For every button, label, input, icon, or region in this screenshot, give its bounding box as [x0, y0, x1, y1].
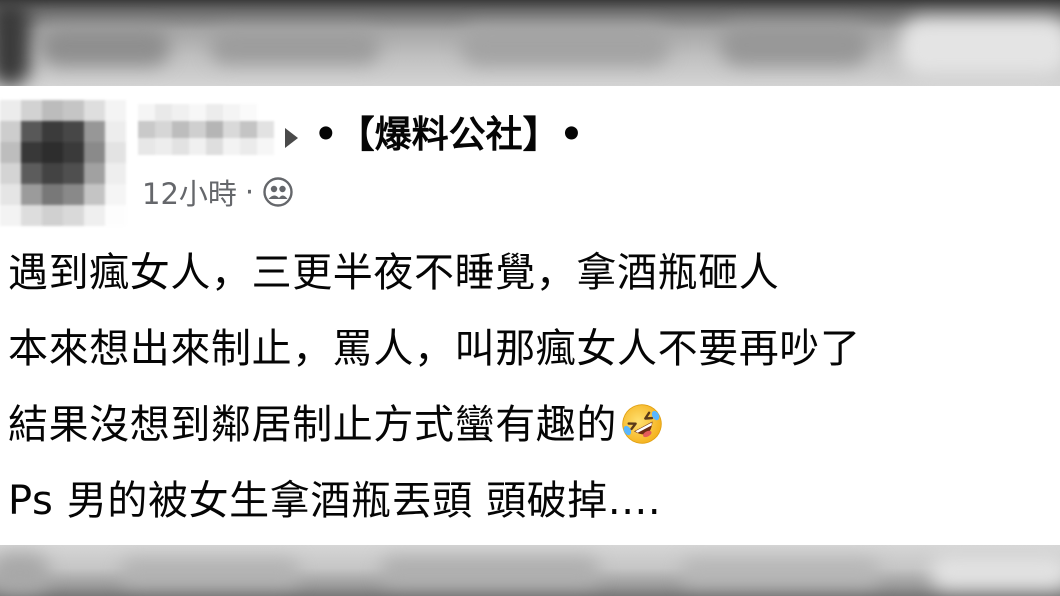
- avatar-pixels: [0, 100, 21, 121]
- avatar[interactable]: [0, 100, 126, 226]
- blur-blob: [120, 559, 300, 585]
- blur-blob: [930, 555, 1060, 589]
- group-icon: [263, 177, 293, 207]
- author-name-blurred[interactable]: [138, 104, 274, 155]
- blur-blob: [380, 557, 600, 585]
- post-line-3: 結果沒想到鄰居制止方式蠻有趣的: [8, 387, 1048, 463]
- group-name-link[interactable]: •【爆料公社】•: [314, 110, 583, 160]
- author-name-pixels: [138, 104, 155, 121]
- blur-blob: [900, 18, 1060, 76]
- post-meta: 12小時 ·: [142, 172, 294, 212]
- post-timestamp[interactable]: 12小時: [142, 171, 237, 213]
- triangle-right-icon: [285, 128, 298, 148]
- blur-blob: [40, 28, 170, 66]
- post-line-2: 本來想出來制止，罵人，叫那瘋女人不要再吵了: [8, 326, 861, 372]
- meta-separator: ·: [244, 175, 255, 209]
- blur-blob: [720, 24, 870, 66]
- blurred-top-band: [0, 0, 1060, 86]
- blurred-bottom-band: [0, 545, 1060, 596]
- post-line-3-text: 結果沒想到鄰居制止方式蠻有趣的: [8, 402, 617, 448]
- post-line-1: 遇到瘋女人，三更半夜不睡覺，拿酒瓶砸人: [8, 250, 780, 296]
- rolling-on-the-floor-laughing-icon: [622, 404, 662, 444]
- blur-blob: [460, 26, 670, 66]
- post-text: 遇到瘋女人，三更半夜不睡覺，拿酒瓶砸人 本來想出來制止，罵人，叫那瘋女人不要再吵…: [8, 235, 1048, 539]
- blur-blob: [0, 0, 30, 86]
- post-line-4: Ps 男的被女生拿酒瓶丟頭 頭破掉....: [8, 478, 662, 524]
- blur-blob: [680, 559, 880, 585]
- blur-blob: [210, 30, 380, 64]
- blur-blob: [0, 553, 50, 593]
